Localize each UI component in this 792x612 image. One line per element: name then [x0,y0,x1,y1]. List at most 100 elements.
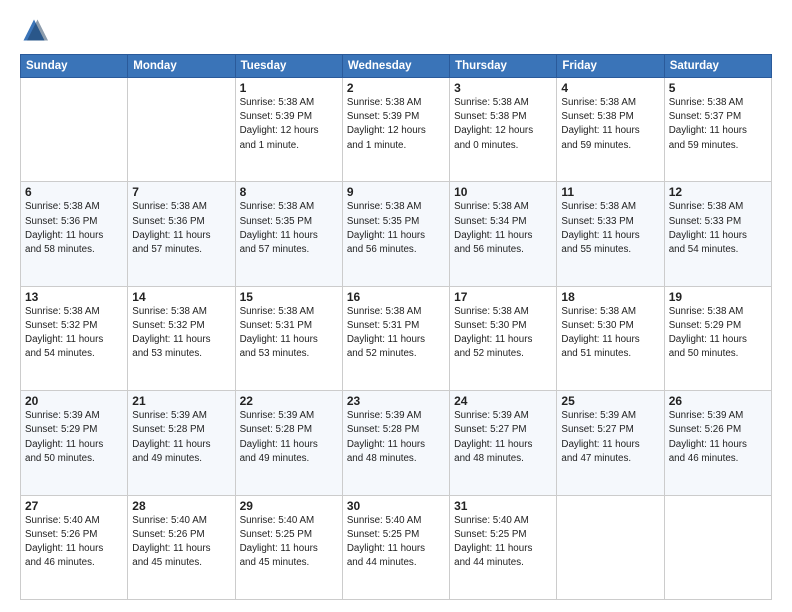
calendar-cell: 5Sunrise: 5:38 AM Sunset: 5:37 PM Daylig… [664,78,771,182]
day-info: Sunrise: 5:38 AM Sunset: 5:33 PM Dayligh… [561,200,659,257]
calendar-cell: 16Sunrise: 5:38 AM Sunset: 5:31 PM Dayli… [342,286,449,390]
day-info: Sunrise: 5:39 AM Sunset: 5:27 PM Dayligh… [561,409,659,466]
day-info: Sunrise: 5:39 AM Sunset: 5:28 PM Dayligh… [132,409,230,466]
day-info: Sunrise: 5:38 AM Sunset: 5:33 PM Dayligh… [669,200,767,257]
day-info: Sunrise: 5:38 AM Sunset: 5:32 PM Dayligh… [25,305,123,362]
day-info: Sunrise: 5:38 AM Sunset: 5:30 PM Dayligh… [454,305,552,362]
day-info: Sunrise: 5:39 AM Sunset: 5:27 PM Dayligh… [454,409,552,466]
day-number: 30 [347,499,445,513]
day-info: Sunrise: 5:38 AM Sunset: 5:39 PM Dayligh… [347,96,445,153]
day-info: Sunrise: 5:38 AM Sunset: 5:36 PM Dayligh… [25,200,123,257]
day-info: Sunrise: 5:39 AM Sunset: 5:28 PM Dayligh… [240,409,338,466]
day-number: 14 [132,290,230,304]
day-info: Sunrise: 5:38 AM Sunset: 5:30 PM Dayligh… [561,305,659,362]
day-number: 2 [347,81,445,95]
day-info: Sunrise: 5:38 AM Sunset: 5:35 PM Dayligh… [347,200,445,257]
day-info: Sunrise: 5:38 AM Sunset: 5:38 PM Dayligh… [561,96,659,153]
day-info: Sunrise: 5:40 AM Sunset: 5:25 PM Dayligh… [454,514,552,571]
day-number: 3 [454,81,552,95]
day-number: 22 [240,394,338,408]
day-info: Sunrise: 5:38 AM Sunset: 5:31 PM Dayligh… [347,305,445,362]
day-info: Sunrise: 5:39 AM Sunset: 5:28 PM Dayligh… [347,409,445,466]
day-number: 21 [132,394,230,408]
day-number: 20 [25,394,123,408]
calendar-cell: 14Sunrise: 5:38 AM Sunset: 5:32 PM Dayli… [128,286,235,390]
calendar-cell: 20Sunrise: 5:39 AM Sunset: 5:29 PM Dayli… [21,391,128,495]
calendar-cell: 11Sunrise: 5:38 AM Sunset: 5:33 PM Dayli… [557,182,664,286]
calendar-week-1: 1Sunrise: 5:38 AM Sunset: 5:39 PM Daylig… [21,78,772,182]
header [20,16,772,44]
day-number: 23 [347,394,445,408]
weekday-header-thursday: Thursday [450,55,557,78]
calendar-cell: 31Sunrise: 5:40 AM Sunset: 5:25 PM Dayli… [450,495,557,599]
day-info: Sunrise: 5:40 AM Sunset: 5:25 PM Dayligh… [347,514,445,571]
weekday-header-sunday: Sunday [21,55,128,78]
calendar-cell: 2Sunrise: 5:38 AM Sunset: 5:39 PM Daylig… [342,78,449,182]
calendar-table: SundayMondayTuesdayWednesdayThursdayFrid… [20,54,772,600]
calendar-week-5: 27Sunrise: 5:40 AM Sunset: 5:26 PM Dayli… [21,495,772,599]
day-number: 29 [240,499,338,513]
day-number: 15 [240,290,338,304]
day-number: 25 [561,394,659,408]
calendar-cell: 15Sunrise: 5:38 AM Sunset: 5:31 PM Dayli… [235,286,342,390]
day-number: 17 [454,290,552,304]
day-info: Sunrise: 5:39 AM Sunset: 5:29 PM Dayligh… [25,409,123,466]
day-number: 1 [240,81,338,95]
day-number: 26 [669,394,767,408]
logo-icon [20,16,48,44]
calendar-cell: 21Sunrise: 5:39 AM Sunset: 5:28 PM Dayli… [128,391,235,495]
day-number: 16 [347,290,445,304]
calendar-cell: 19Sunrise: 5:38 AM Sunset: 5:29 PM Dayli… [664,286,771,390]
weekday-header-saturday: Saturday [664,55,771,78]
day-info: Sunrise: 5:39 AM Sunset: 5:26 PM Dayligh… [669,409,767,466]
calendar-week-4: 20Sunrise: 5:39 AM Sunset: 5:29 PM Dayli… [21,391,772,495]
calendar-cell [557,495,664,599]
day-number: 18 [561,290,659,304]
day-number: 27 [25,499,123,513]
day-number: 12 [669,185,767,199]
day-info: Sunrise: 5:38 AM Sunset: 5:37 PM Dayligh… [669,96,767,153]
calendar-cell: 3Sunrise: 5:38 AM Sunset: 5:38 PM Daylig… [450,78,557,182]
calendar-cell: 1Sunrise: 5:38 AM Sunset: 5:39 PM Daylig… [235,78,342,182]
day-info: Sunrise: 5:38 AM Sunset: 5:29 PM Dayligh… [669,305,767,362]
day-info: Sunrise: 5:38 AM Sunset: 5:34 PM Dayligh… [454,200,552,257]
day-number: 6 [25,185,123,199]
day-number: 5 [669,81,767,95]
day-number: 10 [454,185,552,199]
calendar-cell: 27Sunrise: 5:40 AM Sunset: 5:26 PM Dayli… [21,495,128,599]
calendar-cell: 29Sunrise: 5:40 AM Sunset: 5:25 PM Dayli… [235,495,342,599]
calendar-cell: 28Sunrise: 5:40 AM Sunset: 5:26 PM Dayli… [128,495,235,599]
day-info: Sunrise: 5:40 AM Sunset: 5:26 PM Dayligh… [132,514,230,571]
calendar-cell: 6Sunrise: 5:38 AM Sunset: 5:36 PM Daylig… [21,182,128,286]
calendar-cell: 7Sunrise: 5:38 AM Sunset: 5:36 PM Daylig… [128,182,235,286]
calendar-cell: 13Sunrise: 5:38 AM Sunset: 5:32 PM Dayli… [21,286,128,390]
calendar-cell: 30Sunrise: 5:40 AM Sunset: 5:25 PM Dayli… [342,495,449,599]
day-number: 11 [561,185,659,199]
day-info: Sunrise: 5:38 AM Sunset: 5:35 PM Dayligh… [240,200,338,257]
weekday-header-friday: Friday [557,55,664,78]
day-number: 9 [347,185,445,199]
calendar-cell: 22Sunrise: 5:39 AM Sunset: 5:28 PM Dayli… [235,391,342,495]
calendar-cell: 9Sunrise: 5:38 AM Sunset: 5:35 PM Daylig… [342,182,449,286]
calendar-cell: 18Sunrise: 5:38 AM Sunset: 5:30 PM Dayli… [557,286,664,390]
weekday-header-wednesday: Wednesday [342,55,449,78]
day-number: 4 [561,81,659,95]
day-number: 19 [669,290,767,304]
calendar-cell [128,78,235,182]
calendar-cell: 25Sunrise: 5:39 AM Sunset: 5:27 PM Dayli… [557,391,664,495]
day-number: 28 [132,499,230,513]
page: SundayMondayTuesdayWednesdayThursdayFrid… [0,0,792,612]
logo [20,16,52,44]
calendar-week-3: 13Sunrise: 5:38 AM Sunset: 5:32 PM Dayli… [21,286,772,390]
calendar-cell: 8Sunrise: 5:38 AM Sunset: 5:35 PM Daylig… [235,182,342,286]
calendar-week-2: 6Sunrise: 5:38 AM Sunset: 5:36 PM Daylig… [21,182,772,286]
calendar-cell: 10Sunrise: 5:38 AM Sunset: 5:34 PM Dayli… [450,182,557,286]
calendar-cell: 24Sunrise: 5:39 AM Sunset: 5:27 PM Dayli… [450,391,557,495]
calendar-cell: 4Sunrise: 5:38 AM Sunset: 5:38 PM Daylig… [557,78,664,182]
day-number: 8 [240,185,338,199]
calendar-cell: 23Sunrise: 5:39 AM Sunset: 5:28 PM Dayli… [342,391,449,495]
day-info: Sunrise: 5:40 AM Sunset: 5:25 PM Dayligh… [240,514,338,571]
day-info: Sunrise: 5:38 AM Sunset: 5:39 PM Dayligh… [240,96,338,153]
day-info: Sunrise: 5:40 AM Sunset: 5:26 PM Dayligh… [25,514,123,571]
day-info: Sunrise: 5:38 AM Sunset: 5:38 PM Dayligh… [454,96,552,153]
